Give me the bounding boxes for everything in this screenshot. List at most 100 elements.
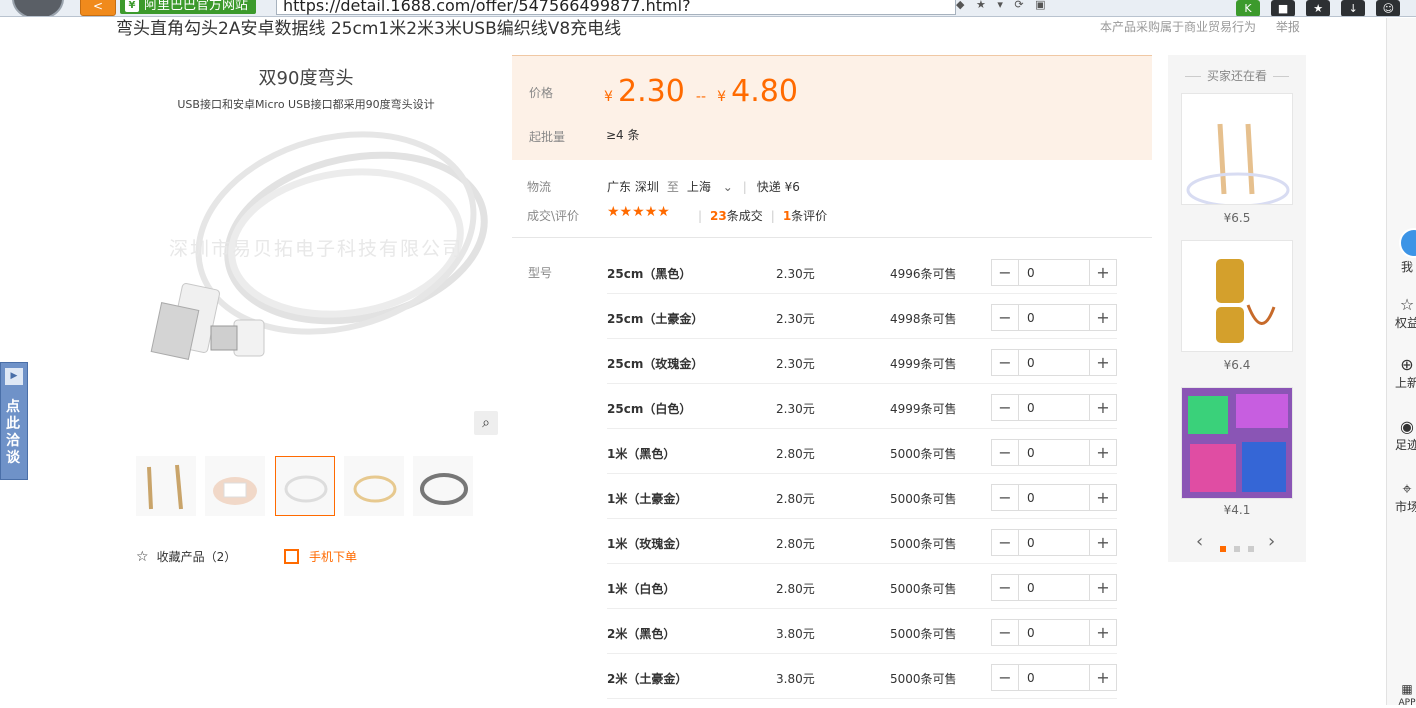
logistics-label: 物流 [527, 180, 552, 194]
mobile-order-button[interactable]: 手机下单 [284, 548, 357, 565]
address-bar[interactable]: https://detail.1688.com/offer/5475664998… [276, 0, 956, 16]
dropdown-icon[interactable]: ▾ [997, 0, 1003, 11]
thumbnail-1[interactable] [136, 456, 196, 516]
currency-symbol: ¥ [604, 89, 613, 105]
avatar[interactable] [1399, 228, 1416, 258]
mobile-order-label: 手机下单 [309, 550, 358, 564]
sidebar-item-app[interactable]: ▦ APP [1387, 680, 1416, 708]
trade-notice-link[interactable]: 本产品采购属于商业贸易行为 [1100, 20, 1256, 34]
browser-k-icon[interactable]: K [1236, 0, 1260, 16]
minus-icon[interactable]: − [992, 620, 1019, 645]
thumbnail-3[interactable] [275, 456, 335, 516]
browser-right-buttons: K ■ ★ ↓ ☺ [1236, 0, 1406, 16]
quantity-stepper: −+ [991, 349, 1117, 376]
plus-icon[interactable]: + [1089, 305, 1116, 330]
plus-icon[interactable]: + [1089, 620, 1116, 645]
refresh-icon[interactable]: ⟳ [1014, 0, 1023, 11]
chevron-left-icon[interactable]: ‹ [1196, 531, 1203, 552]
right-sidebar: 我 ☆ 权益 ⊕ 上新 ◉ 足迹 ⌖ 市场 ▦ APP [1386, 18, 1416, 708]
deal-count[interactable]: 23 [710, 209, 727, 223]
quantity-input[interactable] [1019, 440, 1089, 465]
thumbnail-4[interactable] [344, 456, 404, 516]
sku-row: 2米（土豪金）3.80元5000条可售−+ [607, 653, 1117, 699]
report-link[interactable]: 举报 [1276, 20, 1300, 34]
minus-icon[interactable]: − [992, 395, 1019, 420]
plus-icon[interactable]: + [1089, 440, 1116, 465]
zoom-search-icon[interactable]: ⌕ [474, 411, 498, 435]
sku-price: 2.30元 [776, 402, 815, 416]
download-icon[interactable]: ↓ [1341, 0, 1366, 16]
sku-stock: 4999条可售 [890, 357, 957, 371]
thumbnail-2[interactable] [205, 456, 265, 516]
plus-icon[interactable]: + [1089, 665, 1116, 690]
quantity-input[interactable] [1019, 305, 1089, 330]
sku-stock: 4996条可售 [890, 267, 957, 281]
quantity-stepper: −+ [991, 529, 1117, 556]
plus-icon[interactable]: + [1089, 485, 1116, 510]
sku-row: 25cm（黑色） 2.30元 4996条可售 − + [607, 248, 1117, 294]
game-icon[interactable]: ☺ [1376, 0, 1401, 16]
sidebar-item-new[interactable]: ⊕ 上新 [1387, 356, 1416, 391]
sku-row: 2米（黑色）3.80元5000条可售−+ [607, 608, 1117, 654]
search-engine-icon[interactable]: ▣ [1035, 0, 1045, 11]
minus-icon[interactable]: − [992, 530, 1019, 555]
related-item-2[interactable] [1181, 240, 1293, 352]
related-item-1[interactable] [1181, 93, 1293, 205]
quantity-stepper: −+ [991, 619, 1117, 646]
quantity-input[interactable] [1019, 620, 1089, 645]
plus-icon[interactable]: + [1089, 260, 1116, 285]
minus-icon[interactable]: − [992, 305, 1019, 330]
plus-icon[interactable]: + [1089, 350, 1116, 375]
minus-icon[interactable]: − [992, 350, 1019, 375]
sidebar-item-market[interactable]: ⌖ 市场 [1387, 480, 1416, 515]
plus-icon[interactable]: + [1089, 395, 1116, 420]
main-product-image[interactable]: 双90度弯头 USB接口和安卓Micro USB接口都采用90度弯头设计 深圳市… [136, 58, 496, 388]
quantity-input[interactable] [1019, 395, 1089, 420]
arrow-right-icon[interactable]: ▶ [5, 368, 23, 385]
browser-logo-button[interactable] [12, 0, 64, 16]
sidebar-item-footprint[interactable]: ◉ 足迹 [1387, 418, 1416, 453]
sidebar-item-me[interactable]: 我 [1387, 258, 1416, 275]
sku-stock: 5000条可售 [890, 627, 957, 641]
sku-name: 25cm（黑色） [607, 267, 692, 281]
chevron-down-icon[interactable]: ⌄ [723, 180, 733, 194]
deal-suffix[interactable]: 条成交 [727, 209, 763, 223]
carousel-dot[interactable] [1248, 546, 1254, 552]
currency-symbol: ¥ [717, 89, 727, 105]
logistics-info: 广东 深圳至上海 ⌄ | 快递 ¥6 [607, 180, 800, 194]
chat-tab[interactable]: ▶ 点此洽谈 [0, 362, 28, 480]
quantity-input[interactable] [1019, 350, 1089, 375]
ship-to-select[interactable]: 上海 [687, 180, 711, 194]
carousel-dot[interactable] [1234, 546, 1240, 552]
price-min: 2.30 [618, 74, 685, 109]
favorites-icon[interactable]: ★ [1306, 0, 1331, 16]
rating-stars: ★★★★★ [607, 204, 670, 220]
related-item-3[interactable] [1181, 387, 1293, 499]
lock-icon[interactable]: ■ [1271, 0, 1296, 16]
quantity-input[interactable] [1019, 665, 1089, 690]
minus-icon[interactable]: − [992, 665, 1019, 690]
back-button[interactable]: < [80, 0, 116, 16]
favorite-button[interactable]: ☆ 收藏产品（2） [136, 548, 236, 565]
thumbnail-5[interactable] [413, 456, 473, 516]
minus-icon[interactable]: − [992, 260, 1019, 285]
chevron-right-icon[interactable]: › [1268, 531, 1275, 552]
quantity-input[interactable] [1019, 530, 1089, 555]
quantity-input[interactable] [1019, 485, 1089, 510]
sku-stock: 5000条可售 [890, 492, 957, 506]
review-suffix[interactable]: 条评价 [791, 209, 827, 223]
browser-extension-icon[interactable]: ◆ [956, 0, 964, 11]
plus-icon[interactable]: + [1089, 530, 1116, 555]
minus-icon[interactable]: − [992, 485, 1019, 510]
quantity-input[interactable] [1019, 260, 1089, 285]
plus-icon[interactable]: + [1089, 575, 1116, 600]
carousel-dot[interactable] [1220, 546, 1226, 552]
minus-icon[interactable]: − [992, 440, 1019, 465]
sku-price: 2.30元 [776, 267, 815, 281]
site-tag[interactable]: ¥ 阿里巴巴官方网站 [120, 0, 257, 14]
minus-icon[interactable]: − [992, 575, 1019, 600]
review-count[interactable]: 1 [783, 209, 791, 223]
bookmark-star-icon[interactable]: ★ [976, 0, 986, 11]
quantity-input[interactable] [1019, 575, 1089, 600]
sidebar-item-benefits[interactable]: ☆ 权益 [1387, 296, 1416, 331]
